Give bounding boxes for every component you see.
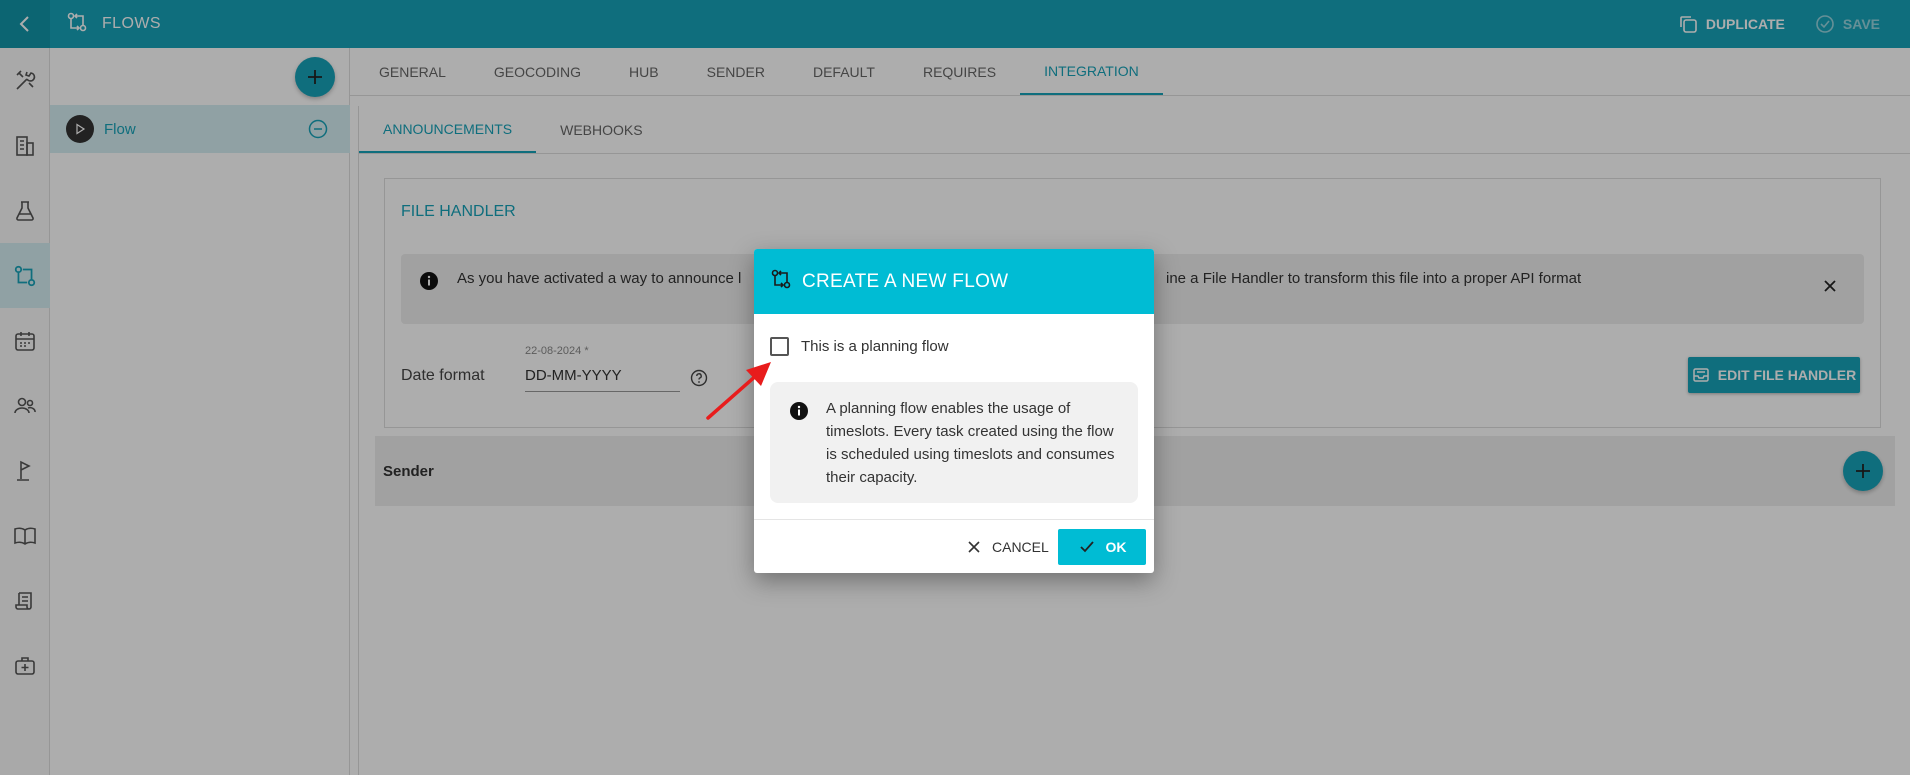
- annotation-arrow-icon: [706, 362, 771, 420]
